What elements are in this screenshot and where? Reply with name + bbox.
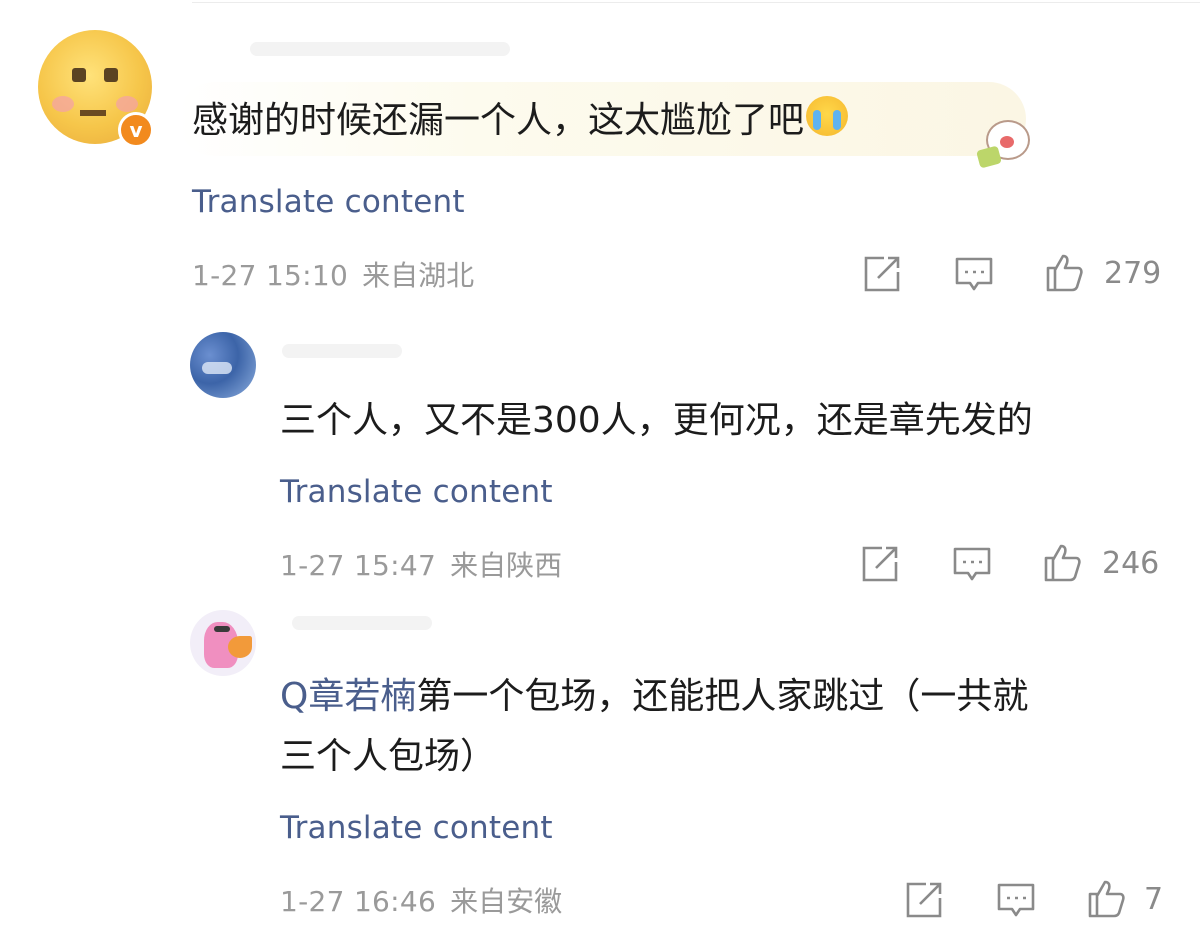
- share-icon[interactable]: [860, 544, 900, 584]
- username-blurred[interactable]: [250, 42, 510, 56]
- avatar-mouth: [80, 110, 106, 116]
- share-icon[interactable]: [904, 880, 944, 920]
- thumbs-up-icon[interactable]: [1042, 542, 1082, 582]
- timestamp: 1-27 16:46: [280, 885, 437, 918]
- sticker-icon: [976, 116, 1036, 174]
- comment-meta: 1-27 16:46 来自安徽: [280, 880, 562, 920]
- translate-link[interactable]: Translate content: [280, 474, 553, 510]
- comment-meta: 1-27 15:47 来自陕西: [280, 544, 562, 584]
- comment-meta: 1-27 15:10 来自湖北: [192, 254, 474, 294]
- timestamp: 1-27 15:10: [192, 259, 349, 292]
- location: 来自湖北: [362, 259, 475, 292]
- username-blurred[interactable]: [292, 616, 432, 630]
- like-count: 279: [1104, 256, 1162, 291]
- comment-text-line2: 三个人包场）: [280, 736, 497, 777]
- comment-body: 感谢的时候还漏一个人，这太尴尬了吧: [192, 100, 805, 141]
- comment-text: 感谢的时候还漏一个人，这太尴尬了吧: [192, 96, 849, 144]
- avatar-blush: [52, 96, 74, 112]
- location: 来自安徽: [450, 885, 563, 918]
- location: 来自陕西: [450, 549, 563, 582]
- username-blurred[interactable]: [282, 344, 402, 358]
- translate-link[interactable]: Translate content: [192, 184, 465, 220]
- comment-icon[interactable]: [952, 544, 992, 584]
- comment-icon[interactable]: [996, 880, 1036, 920]
- comment-text: 三个人，又不是300人，更何况，还是章先发的: [280, 400, 1033, 441]
- avatar[interactable]: [190, 610, 256, 676]
- avatar-blush: [116, 96, 138, 112]
- like-count: 7: [1144, 882, 1164, 917]
- verified-badge-icon: v: [118, 112, 154, 148]
- share-icon[interactable]: [862, 254, 902, 294]
- like-count: 246: [1102, 546, 1160, 581]
- thumbs-up-icon[interactable]: [1086, 878, 1126, 918]
- avatar-eye: [72, 68, 86, 82]
- avatar[interactable]: [190, 332, 256, 398]
- divider: [192, 2, 1200, 3]
- comment-body: 第一个包场，还能把人家跳过（一共就: [416, 676, 1029, 717]
- mention-link[interactable]: Q章若楠: [280, 676, 416, 717]
- comment-text: Q章若楠第一个包场，还能把人家跳过（一共就: [280, 674, 1028, 720]
- translate-link[interactable]: Translate content: [280, 810, 553, 846]
- comment-icon[interactable]: [954, 254, 994, 294]
- thumbs-up-icon[interactable]: [1044, 252, 1084, 292]
- avatar-eye: [104, 68, 118, 82]
- crying-emoji-icon: [806, 96, 849, 136]
- timestamp: 1-27 15:47: [280, 549, 437, 582]
